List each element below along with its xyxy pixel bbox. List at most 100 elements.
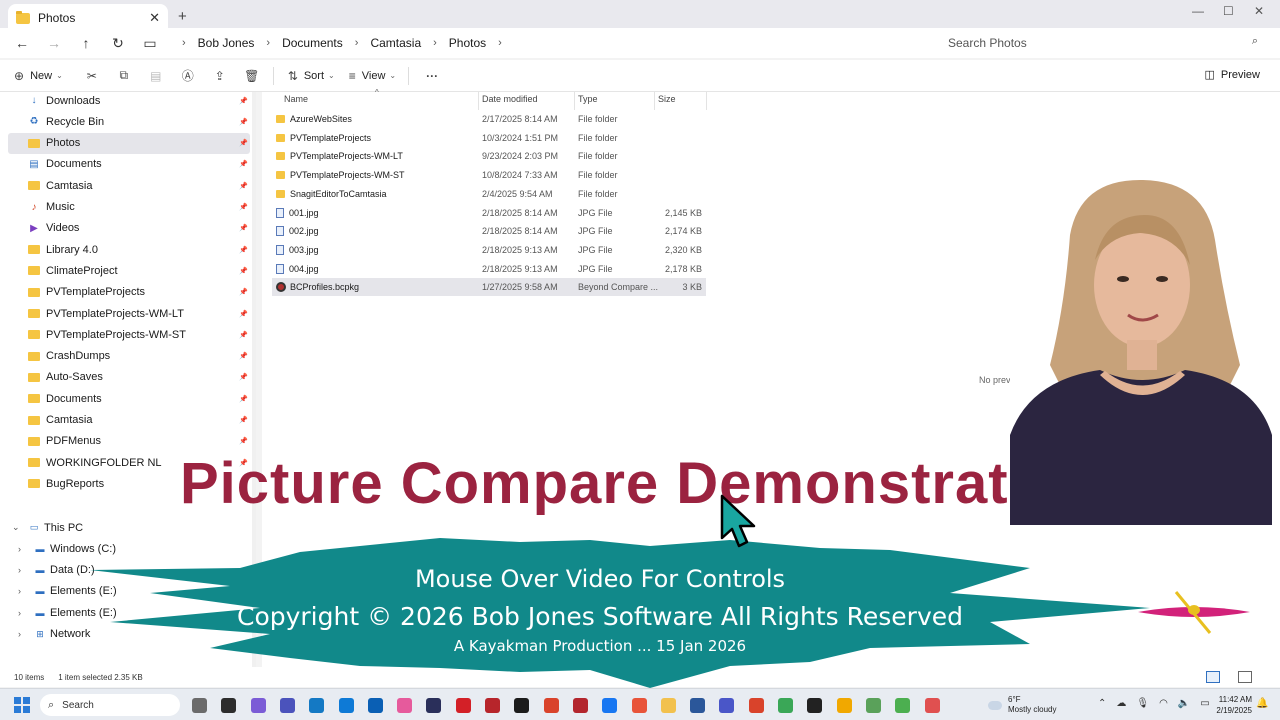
- forward-arrow-icon[interactable]: →: [38, 35, 70, 51]
- taskbar-app-icon[interactable]: [221, 698, 237, 713]
- breadcrumb-documents[interactable]: Documents: [276, 36, 349, 50]
- breadcrumb-photos[interactable]: Photos: [443, 36, 492, 50]
- taskbar-app-icon[interactable]: [426, 698, 442, 713]
- taskbar-app-icon[interactable]: [719, 698, 735, 713]
- chevron-right-icon[interactable]: ›: [492, 37, 508, 49]
- pin-icon[interactable]: 📌: [239, 416, 248, 424]
- breadcrumb-bob-jones[interactable]: Bob Jones: [192, 36, 261, 50]
- sidebar-item[interactable]: Photos 📌: [8, 132, 250, 154]
- taskbar-app-icon[interactable]: [279, 698, 295, 713]
- taskbar-app-icon[interactable]: [543, 698, 559, 713]
- copy-icon[interactable]: ⧉: [115, 68, 133, 83]
- pin-icon[interactable]: 📌: [239, 352, 248, 360]
- sidebar-item[interactable]: PVTemplateProjects-WM-ST 📌: [8, 324, 250, 345]
- file-row[interactable]: SnagitEditorToCamtasia 2/4/2025 9:54 AM Fi…: [272, 185, 706, 203]
- details-view-icon[interactable]: [1206, 671, 1220, 683]
- file-row[interactable]: BCProfiles.bcpkg 1/27/2025 9:58 AM Beyond …: [272, 278, 706, 297]
- taskbar-app-icon[interactable]: [602, 698, 618, 713]
- chevron-right-icon[interactable]: ›: [18, 544, 21, 554]
- battery-icon[interactable]: ▭: [1200, 698, 1209, 709]
- pin-icon[interactable]: 📌: [239, 246, 248, 254]
- chevron-right-icon[interactable]: ›: [176, 37, 192, 49]
- taskbar-app-icon[interactable]: [865, 698, 881, 713]
- taskbar-app-icon[interactable]: [924, 698, 940, 713]
- taskbar-app-icon[interactable]: [250, 698, 266, 713]
- more-options-icon[interactable]: ···: [423, 69, 441, 83]
- tiles-view-icon[interactable]: [1238, 671, 1252, 683]
- taskbar-app-icon[interactable]: [514, 698, 530, 713]
- close-tab-icon[interactable]: ✕: [149, 10, 160, 26]
- sidebar-item[interactable]: Library 4.0 📌: [8, 239, 250, 260]
- pin-icon[interactable]: 📌: [239, 160, 248, 168]
- notification-icon[interactable]: 🔔: [1256, 698, 1268, 709]
- preview-button[interactable]: ◫ Preview: [1204, 68, 1260, 82]
- pin-icon[interactable]: 📌: [239, 97, 248, 105]
- chevron-right-icon[interactable]: ›: [349, 37, 365, 49]
- taskbar-app-icon[interactable]: [748, 698, 764, 713]
- column-divider[interactable]: [478, 92, 479, 110]
- delete-icon[interactable]: 🗑: [243, 69, 261, 83]
- refresh-icon[interactable]: ↻: [102, 35, 134, 52]
- pin-icon[interactable]: 📌: [239, 288, 248, 296]
- minimize-button[interactable]: —: [1192, 4, 1204, 18]
- sidebar-item[interactable]: ClimateProject 📌: [8, 260, 250, 281]
- sidebar-item[interactable]: Camtasia 📌: [8, 410, 250, 431]
- new-tab-button[interactable]: +: [178, 8, 187, 25]
- microphone-icon[interactable]: 🎙: [1136, 698, 1149, 709]
- file-row[interactable]: 002.jpg 2/18/2025 8:14 AM JPG File 2,174 KB: [272, 222, 706, 240]
- pin-icon[interactable]: 📌: [239, 437, 248, 445]
- taskbar-app-icon[interactable]: [631, 698, 647, 713]
- maximize-button[interactable]: ☐: [1223, 4, 1234, 18]
- volume-icon[interactable]: 🔈: [1178, 698, 1190, 709]
- sidebar-item[interactable]: Auto-Saves 📌: [8, 367, 250, 388]
- new-button[interactable]: ⊕ New ⌄: [14, 69, 63, 83]
- taskbar-app-icon[interactable]: [690, 698, 706, 713]
- file-row[interactable]: PVTemplateProjects-WM-LT 9/23/2024 2:03 P…: [272, 147, 706, 165]
- file-row[interactable]: 004.jpg 2/18/2025 9:13 AM JPG File 2,178 KB: [272, 260, 706, 278]
- column-header-name[interactable]: Name: [284, 94, 308, 110]
- cut-icon[interactable]: ✂: [83, 69, 101, 83]
- pin-icon[interactable]: 📌: [239, 373, 248, 381]
- taskbar-app-icon[interactable]: [338, 698, 354, 713]
- tree-item[interactable]: ⌄ ▭ This PC: [8, 517, 250, 538]
- rename-icon[interactable]: Ⓐ: [179, 67, 197, 84]
- pin-icon[interactable]: 📌: [239, 331, 248, 339]
- view-button[interactable]: ≡ View ⌄: [349, 69, 396, 83]
- taskbar-app-icon[interactable]: [836, 698, 852, 713]
- sidebar-item[interactable]: CrashDumps 📌: [8, 346, 250, 367]
- pin-icon[interactable]: 📌: [239, 310, 248, 318]
- taskbar-app-icon[interactable]: [309, 698, 325, 713]
- sidebar-item[interactable]: ♻ Recycle Bin 📌: [8, 111, 250, 132]
- file-row[interactable]: AzureWebSites 2/17/2025 8:14 AM File folde…: [272, 110, 706, 128]
- column-divider[interactable]: [654, 92, 655, 110]
- paste-icon[interactable]: ▤: [147, 69, 165, 83]
- pin-icon[interactable]: 📌: [239, 182, 248, 190]
- chevron-down-icon[interactable]: ⌄: [12, 522, 20, 533]
- taskbar-app-icon[interactable]: [778, 698, 793, 713]
- sort-button[interactable]: ⇅ Sort ⌄: [288, 69, 335, 83]
- column-header-date[interactable]: Date modified: [482, 94, 538, 110]
- taskbar-app-icon[interactable]: [895, 698, 911, 713]
- sidebar-item[interactable]: Documents 📌: [8, 388, 250, 409]
- column-divider[interactable]: [706, 92, 707, 110]
- column-divider[interactable]: [574, 92, 575, 110]
- taskbar-search[interactable]: ⌕ Search: [40, 694, 180, 716]
- file-row[interactable]: PVTemplateProjects 10/3/2024 1:51 PM File …: [272, 129, 706, 147]
- taskbar-app-icon[interactable]: [367, 698, 383, 713]
- pin-icon[interactable]: 📌: [239, 224, 248, 232]
- sidebar-item[interactable]: ▤ Documents 📌: [8, 154, 250, 175]
- back-arrow-icon[interactable]: ←: [6, 35, 38, 51]
- chevron-right-icon[interactable]: ›: [427, 37, 443, 49]
- pin-icon[interactable]: 📌: [239, 139, 248, 147]
- close-window-button[interactable]: ✕: [1254, 4, 1264, 18]
- taskbar-app-icon[interactable]: [660, 698, 676, 713]
- pin-icon[interactable]: 📌: [239, 395, 248, 403]
- pin-icon[interactable]: 📌: [239, 203, 248, 211]
- taskbar-app-icon[interactable]: [485, 698, 500, 713]
- taskbar-app-icon[interactable]: [455, 698, 471, 713]
- windows-start-icon[interactable]: [14, 697, 30, 713]
- search-input[interactable]: Search Photos ⌕: [938, 32, 1268, 54]
- onedrive-icon[interactable]: ☁: [1116, 698, 1126, 709]
- pin-icon[interactable]: 📌: [239, 118, 248, 126]
- file-row[interactable]: 001.jpg 2/18/2025 8:14 AM JPG File 2,145 KB: [272, 204, 706, 222]
